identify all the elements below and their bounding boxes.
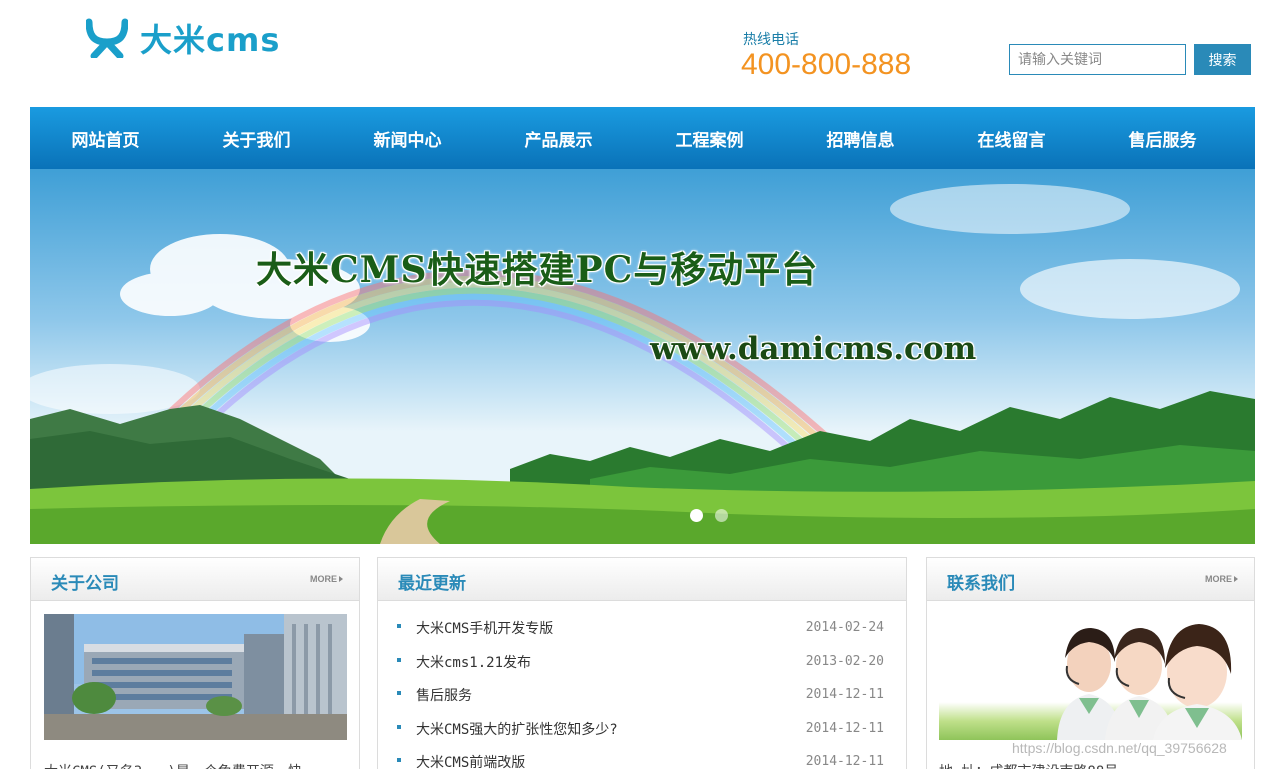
bullet-icon	[397, 724, 401, 729]
news-date: 2013-02-20	[805, 653, 884, 669]
nav-item-about[interactable]: 关于我们	[181, 107, 332, 169]
news-title[interactable]: 大米CMS前端改版	[416, 752, 525, 769]
news-item[interactable]: 售后服务 2014-12-11	[378, 685, 906, 719]
nav-item-jobs[interactable]: 招聘信息	[785, 107, 936, 169]
banner-landscape-image	[30, 184, 1255, 544]
contact-more-label: MORE	[1205, 574, 1232, 584]
contact-panel: 联系我们 MORE	[926, 557, 1255, 769]
bullet-icon	[397, 758, 401, 762]
about-panel-header: 关于公司 MORE	[31, 558, 359, 601]
watermark: https://blog.csdn.net/qq_39756628	[1012, 740, 1227, 756]
news-item[interactable]: 大米cms1.21发布 2013-02-20	[378, 652, 906, 686]
news-date: 2014-02-24	[805, 620, 884, 635]
news-title[interactable]: 大米CMS强大的扩张性您知多少?	[416, 719, 618, 739]
news-title[interactable]: 大米cms1.21发布	[416, 652, 531, 672]
slider-dot-1[interactable]	[690, 509, 703, 522]
contact-more-link[interactable]: MORE	[1205, 574, 1238, 584]
banner-slider[interactable]: 大米CMS快速搭建PC与移动平台 www.damicms.com	[30, 169, 1255, 544]
nav-item-service[interactable]: 售后服务	[1087, 107, 1238, 169]
nav-item-home[interactable]: 网站首页	[30, 107, 181, 169]
news-title[interactable]: 大米CMS手机开发专版	[416, 618, 553, 638]
news-list: 大米CMS手机开发专版 2014-02-24 大米cms1.21发布 2013-…	[378, 618, 906, 769]
news-panel-title: 最近更新	[398, 574, 466, 594]
hotline-label: 热线电话	[743, 32, 799, 48]
contact-address-text: 地 址：成都市建设南路88号	[939, 761, 1118, 769]
nav-item-products[interactable]: 产品展示	[483, 107, 634, 169]
search-input[interactable]	[1009, 44, 1186, 75]
site-logo[interactable]: 大米cms	[86, 16, 280, 60]
nav-item-message[interactable]: 在线留言	[936, 107, 1087, 169]
customer-service-image	[939, 614, 1242, 740]
main-nav: 网站首页 关于我们 新闻中心 产品展示 工程案例 招聘信息 在线留言 售后服务	[30, 107, 1255, 169]
banner-url: www.damicms.com	[650, 331, 977, 367]
news-date: 2014-12-11	[805, 720, 884, 736]
news-panel-header: 最近更新	[378, 558, 906, 601]
logo-icon	[86, 18, 128, 58]
nav-item-cases[interactable]: 工程案例	[634, 107, 785, 169]
slider-dot-2[interactable]	[715, 509, 728, 522]
news-panel: 最近更新 大米CMS手机开发专版 2014-02-24 大米cms1.21发布 …	[377, 557, 907, 769]
bullet-icon	[397, 691, 401, 695]
company-building-image	[44, 614, 347, 740]
about-panel-title: 关于公司	[51, 574, 119, 594]
triangle-right-icon	[339, 576, 343, 582]
nav-item-news[interactable]: 新闻中心	[332, 107, 483, 169]
hotline-number: 400-800-888	[741, 48, 912, 81]
news-item[interactable]: 大米CMS强大的扩张性您知多少? 2014-12-11	[378, 719, 906, 753]
about-panel: 关于公司 MORE 大米CMS(又名3...)是一个免费开源、快	[30, 557, 360, 769]
banner-title: 大米CMS快速搭建PC与移动平台	[256, 249, 819, 291]
bullet-icon	[397, 624, 401, 628]
contact-panel-header: 联系我们 MORE	[927, 558, 1254, 601]
news-date: 2014-12-11	[805, 687, 884, 702]
triangle-right-icon	[1234, 576, 1238, 582]
news-item[interactable]: 大米CMS前端改版 2014-12-11	[378, 752, 906, 769]
bullet-icon	[397, 657, 401, 662]
about-summary-text: 大米CMS(又名3...)是一个免费开源、快	[44, 761, 302, 769]
news-date: 2014-12-11	[805, 754, 884, 769]
search-button[interactable]: 搜索	[1194, 44, 1251, 75]
news-item[interactable]: 大米CMS手机开发专版 2014-02-24	[378, 618, 906, 652]
about-more-label: MORE	[310, 574, 337, 584]
contact-panel-title: 联系我们	[947, 574, 1015, 594]
logo-text: 大米cms	[140, 21, 281, 59]
news-title[interactable]: 售后服务	[416, 685, 472, 705]
about-more-link[interactable]: MORE	[310, 574, 343, 584]
